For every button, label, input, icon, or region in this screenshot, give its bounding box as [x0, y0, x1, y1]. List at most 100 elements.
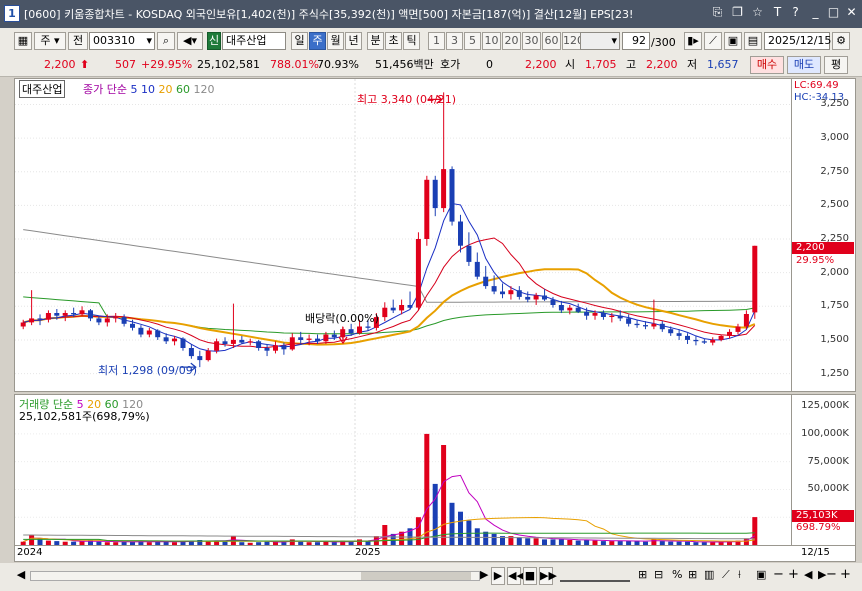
volume-bar: [525, 538, 531, 545]
candle-body: [634, 323, 640, 326]
percent-icon[interactable]: %: [672, 568, 682, 581]
title-bar: 1 [0600] 키움종합차트 - KOSDAQ 외국인보유[1,402(천)]…: [0, 0, 862, 28]
scroll-start-icon[interactable]: ◀: [804, 568, 812, 581]
rewind-icon[interactable]: ◀◀: [507, 567, 525, 585]
date-input[interactable]: 2025/12/15: [764, 32, 831, 50]
stop-icon[interactable]: ■: [523, 567, 537, 585]
bars-icon[interactable]: ▥: [704, 568, 714, 581]
interval-30[interactable]: 30: [522, 32, 541, 50]
candle-body: [483, 276, 489, 287]
candle-body: [79, 310, 85, 315]
volume-chart-pane[interactable]: 거래량 단순 5 20 60 120 25,102,581주(698,79%): [14, 394, 792, 546]
eval-button[interactable]: 평: [824, 56, 848, 74]
forward-icon[interactable]: ▶▶: [539, 567, 557, 585]
volume-bar: [676, 541, 682, 545]
calendar-icon[interactable]: ▤: [744, 32, 762, 50]
zoom-in-icon[interactable]: +: [788, 567, 799, 582]
zoom-slider[interactable]: [560, 568, 630, 582]
indicator-icon[interactable]: ▮▸: [684, 32, 702, 50]
tab-period-day[interactable]: 일: [291, 32, 308, 50]
help-icon[interactable]: ?: [788, 5, 803, 20]
split-icon[interactable]: ⊟: [654, 568, 663, 581]
candle-body: [693, 339, 699, 342]
scroll-right-icon[interactable]: ▶: [480, 568, 488, 581]
save-icon[interactable]: ▣: [724, 32, 742, 50]
sound-icon[interactable]: ◀▾: [177, 32, 203, 50]
horizontal-scrollbar[interactable]: [30, 571, 480, 581]
scroll-left-icon[interactable]: ◀: [14, 568, 28, 582]
price-tick-label: 1,750: [820, 300, 849, 312]
candle-body: [273, 345, 278, 351]
tab-period-month[interactable]: 월: [327, 32, 344, 50]
tab-period-week[interactable]: 주: [309, 32, 326, 50]
volume-bar: [693, 542, 699, 545]
star-icon[interactable]: ☆: [750, 5, 765, 20]
candle-body: [37, 318, 43, 320]
scrollbar-thumb[interactable]: [361, 572, 471, 580]
tab-period-tick[interactable]: 틱: [403, 32, 420, 50]
tab-period-second[interactable]: 초: [385, 32, 402, 50]
close-icon[interactable]: ✕: [844, 5, 859, 20]
candle-body: [130, 323, 135, 328]
candle-body: [172, 338, 177, 342]
minimize-icon[interactable]: _: [808, 5, 823, 20]
candle-body: [567, 307, 573, 311]
interval-5[interactable]: 5: [464, 32, 481, 50]
chart-compare-icon[interactable]: ⟊: [738, 568, 741, 582]
trade-amount: 51,456백만: [375, 58, 434, 71]
candle-body: [348, 329, 354, 334]
link-icon[interactable]: ⎘: [710, 5, 725, 20]
window-copy-icon[interactable]: ❐: [730, 5, 745, 20]
volume-bar: [29, 535, 35, 545]
interval-60[interactable]: 60: [542, 32, 561, 50]
candle-body: [382, 307, 388, 318]
type-select[interactable]: 주 ▾: [34, 32, 66, 50]
interval-1[interactable]: 1: [428, 32, 445, 50]
candle-count-input[interactable]: 92: [622, 32, 650, 50]
volume-bar: [701, 542, 707, 545]
quote-bar: 2,200 ⬆ 507 +29.95% 25,102,581 788.01% 7…: [0, 54, 862, 77]
zoom-out-icon[interactable]: −: [773, 567, 784, 582]
volume-bar: [54, 541, 60, 545]
price-tick-label: 2,500: [820, 199, 849, 211]
candle-body: [525, 296, 531, 300]
turnover-ratio: 70.93%: [317, 58, 359, 71]
volume-bar: [289, 539, 295, 545]
interval-20[interactable]: 20: [502, 32, 521, 50]
maximize-icon[interactable]: □: [826, 5, 841, 20]
search-icon[interactable]: ⌕: [157, 32, 175, 50]
stock-name-field[interactable]: 대주산업: [222, 32, 286, 50]
zoom-minus-icon[interactable]: −: [826, 567, 837, 582]
candle-body: [668, 329, 674, 334]
volume-bar: [146, 542, 152, 545]
chevron-down-icon[interactable]: ▾: [146, 33, 152, 49]
text-icon[interactable]: T: [770, 5, 785, 20]
drawing-tool-icon[interactable]: ⟋: [704, 32, 722, 50]
layout-icon[interactable]: ▦: [14, 32, 32, 50]
zoom-plus-icon[interactable]: +: [840, 567, 851, 582]
play-icon[interactable]: ▶: [491, 567, 505, 585]
tab-period-year[interactable]: 년: [345, 32, 362, 50]
trend-icon[interactable]: ⟋: [722, 568, 730, 582]
volume-tick-label: 75,000K: [807, 455, 849, 467]
price-tick-label: 1,500: [820, 333, 849, 345]
tile-icon[interactable]: ⊞: [638, 568, 647, 581]
tab-period-minute[interactable]: 분: [367, 32, 384, 50]
interval-10[interactable]: 10: [482, 32, 501, 50]
price-chart-pane[interactable]: 대주산업 종가 단순 5 10 20 60 120 최고 3,340 (04/2…: [14, 78, 792, 392]
grid-icon[interactable]: ⊞: [688, 568, 697, 581]
stock-code-input[interactable]: 003310 ▾: [89, 32, 155, 50]
volume-bar: [609, 541, 615, 545]
volume-tag: 25,103K: [792, 510, 854, 522]
buy-button[interactable]: 매수: [750, 56, 784, 74]
sell-button[interactable]: 매도: [787, 56, 821, 74]
candle-body: [500, 291, 505, 295]
interval-custom-input[interactable]: ▾: [580, 32, 620, 50]
settings-icon[interactable]: ⚙: [832, 32, 850, 50]
date-label-2025: 2025: [355, 547, 381, 558]
prev-button[interactable]: 전: [68, 32, 88, 50]
candle-body: [685, 335, 690, 340]
volume-bar: [491, 533, 497, 545]
snapshot-icon[interactable]: ▣: [756, 568, 766, 581]
interval-3[interactable]: 3: [446, 32, 463, 50]
